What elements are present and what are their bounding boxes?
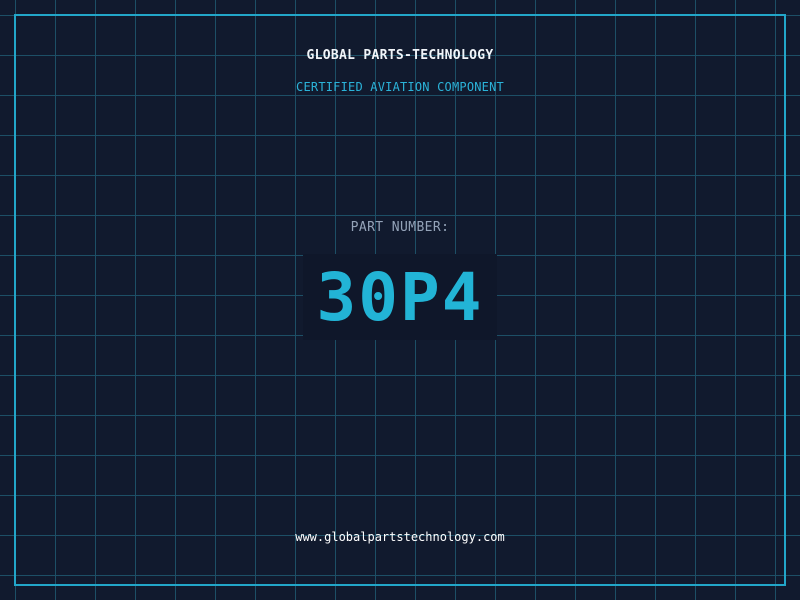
part-number-value: 30P4 — [316, 259, 484, 336]
tagline: CERTIFIED AVIATION COMPONENT — [296, 80, 504, 94]
website-url: www.globalpartstechnology.com — [295, 530, 505, 544]
brand-name: GLOBAL PARTS-TECHNOLOGY — [306, 48, 494, 63]
part-number-label: PART NUMBER: — [350, 220, 450, 235]
part-label-card: GLOBAL PARTS-TECHNOLOGY CERTIFIED AVIATI… — [0, 0, 800, 600]
